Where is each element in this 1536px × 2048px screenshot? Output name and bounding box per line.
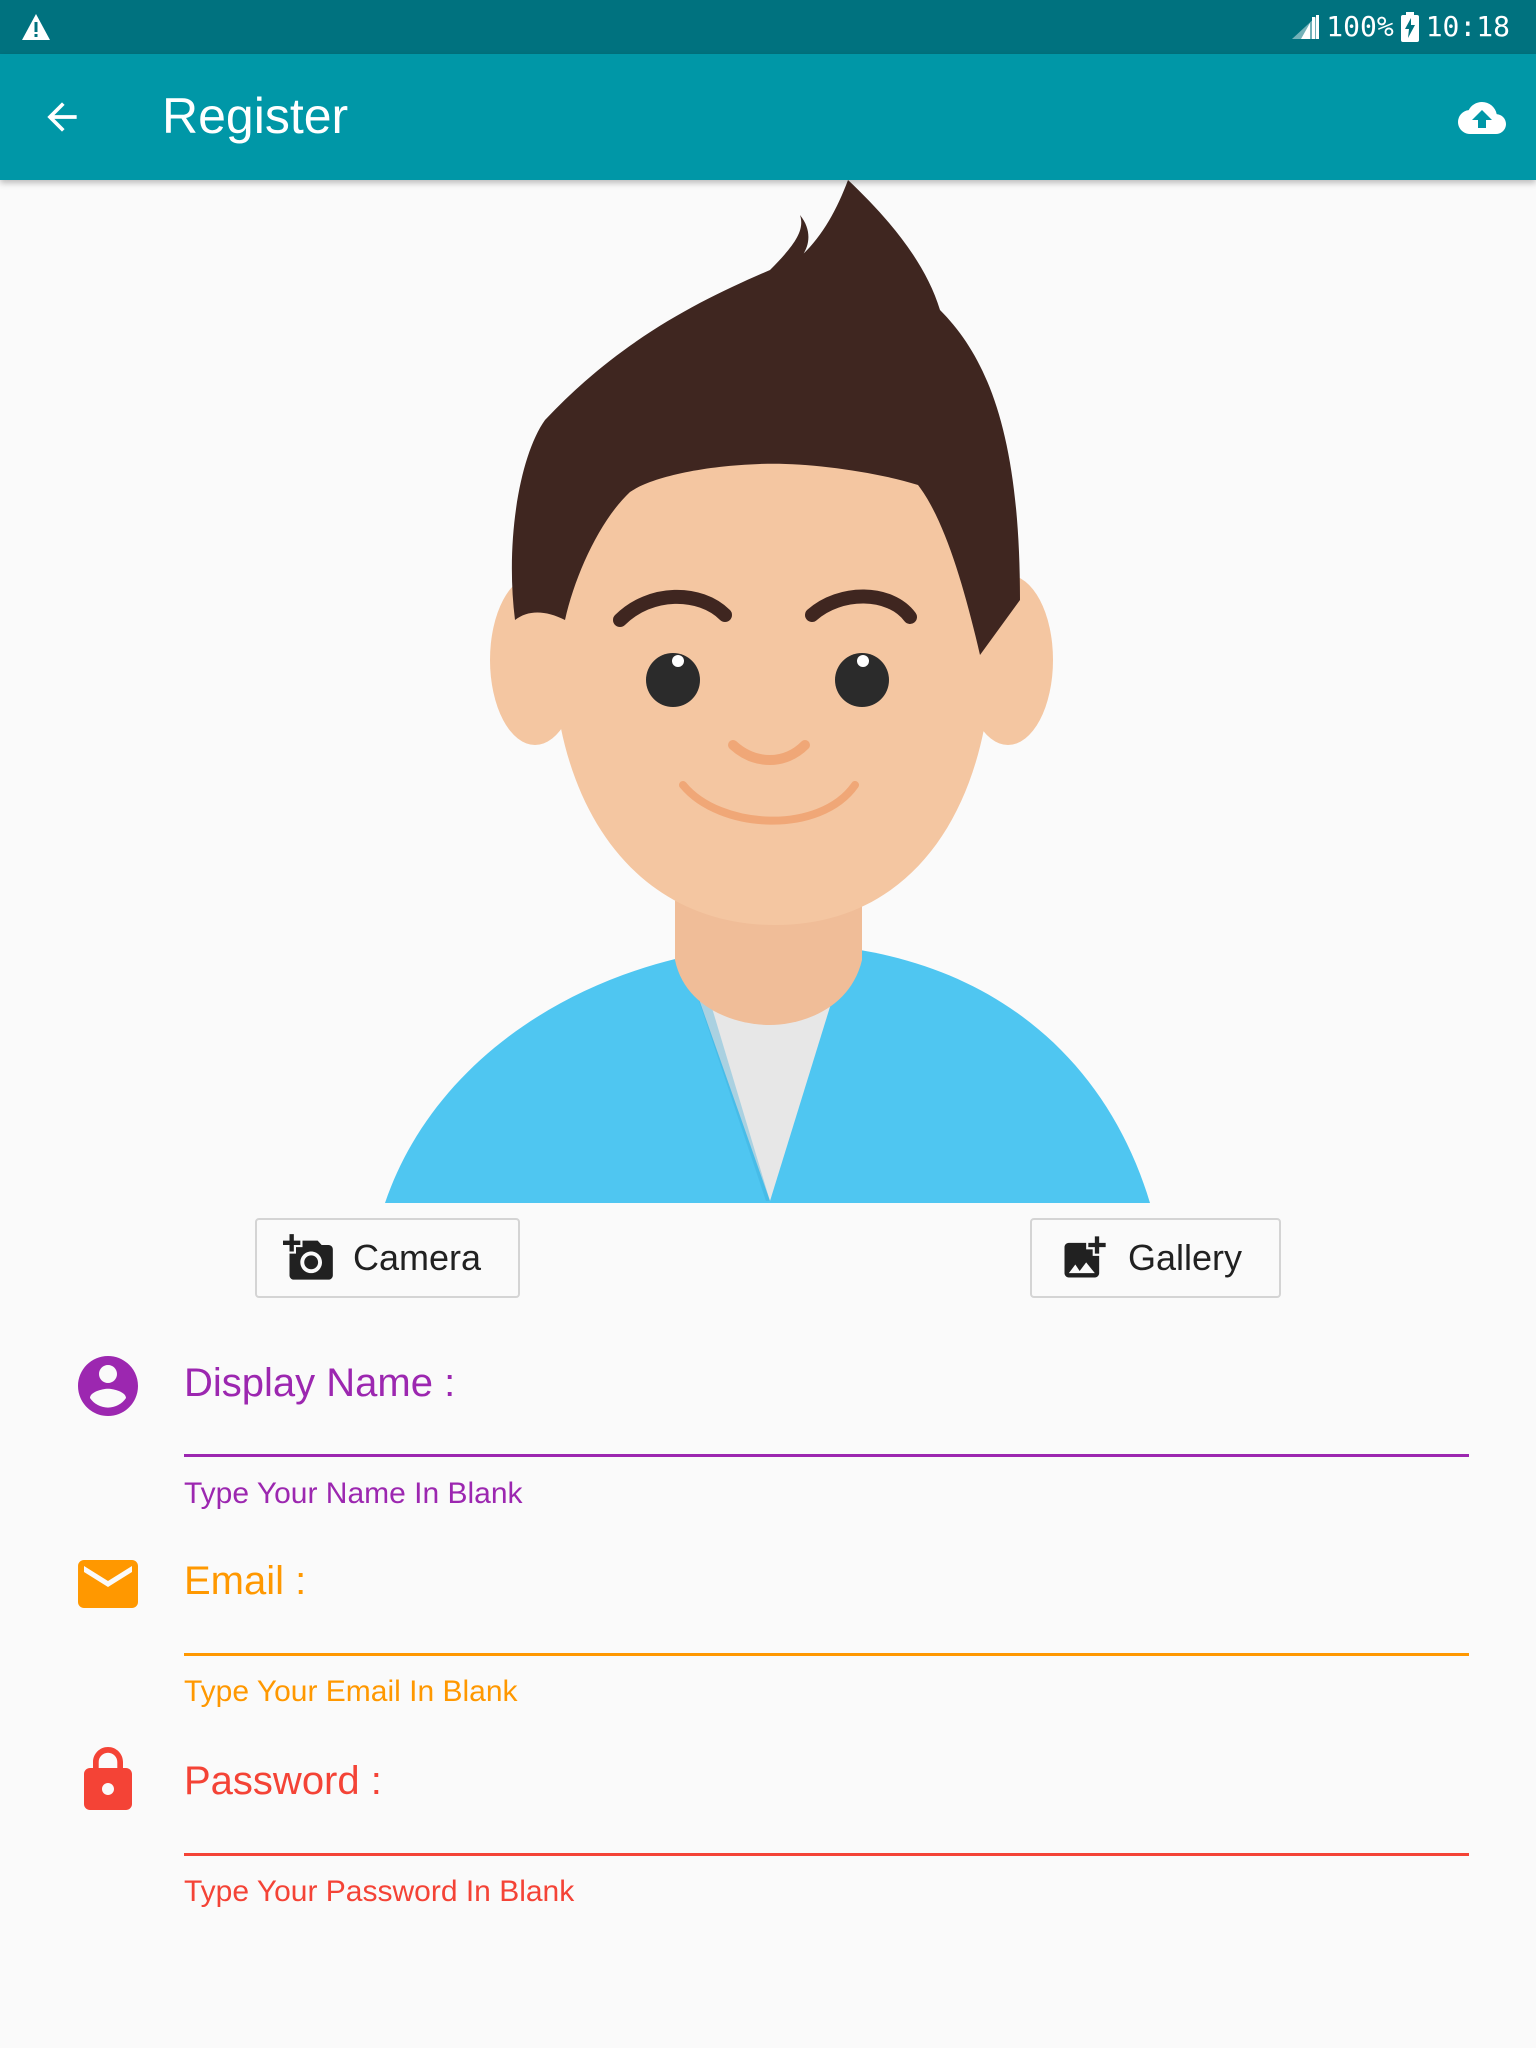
display-name-input[interactable] xyxy=(184,1410,1469,1470)
avatar-image xyxy=(385,180,1150,1203)
email-label: Email : xyxy=(184,1559,307,1603)
add-camera-icon xyxy=(283,1234,333,1280)
app-bar: Register xyxy=(0,54,1536,180)
add-photo-icon xyxy=(1064,1236,1106,1278)
password-field: Password : Type Your Password In Blank xyxy=(0,1740,1536,1920)
display-name-field: Display Name : Type Your Name In Blank xyxy=(0,1340,1536,1520)
warning-icon xyxy=(22,14,50,40)
signal-icon xyxy=(1292,15,1320,39)
display-name-underline xyxy=(184,1454,1469,1457)
account-circle-icon xyxy=(78,1356,138,1416)
camera-button[interactable]: Camera xyxy=(255,1218,520,1298)
email-field: Email : Type Your Email In Blank xyxy=(0,1540,1536,1720)
password-label: Password : xyxy=(184,1759,382,1803)
cloud-upload-icon[interactable] xyxy=(1452,94,1512,142)
gallery-button[interactable]: Gallery xyxy=(1030,1218,1281,1298)
password-helper: Type Your Password In Blank xyxy=(184,1875,575,1908)
email-icon xyxy=(78,1560,138,1608)
clock: 10:18 xyxy=(1425,10,1510,43)
battery-percent: 100% xyxy=(1326,10,1394,43)
battery-charging-icon xyxy=(1400,12,1419,42)
status-bar: 100% 10:18 xyxy=(0,0,1536,54)
email-helper: Type Your Email In Blank xyxy=(184,1675,518,1708)
camera-button-label: Camera xyxy=(353,1237,482,1278)
display-name-label: Display Name : xyxy=(184,1361,456,1405)
back-arrow-icon[interactable] xyxy=(40,95,84,139)
page-title: Register xyxy=(162,88,349,144)
password-underline xyxy=(184,1853,1469,1856)
gallery-button-label: Gallery xyxy=(1128,1237,1243,1278)
email-input[interactable] xyxy=(184,1608,1469,1668)
status-right: 100% 10:18 xyxy=(1290,8,1510,46)
lock-icon xyxy=(84,1747,132,1810)
password-input[interactable] xyxy=(184,1808,1469,1868)
email-underline xyxy=(184,1653,1469,1656)
display-name-helper: Type Your Name In Blank xyxy=(184,1477,523,1510)
